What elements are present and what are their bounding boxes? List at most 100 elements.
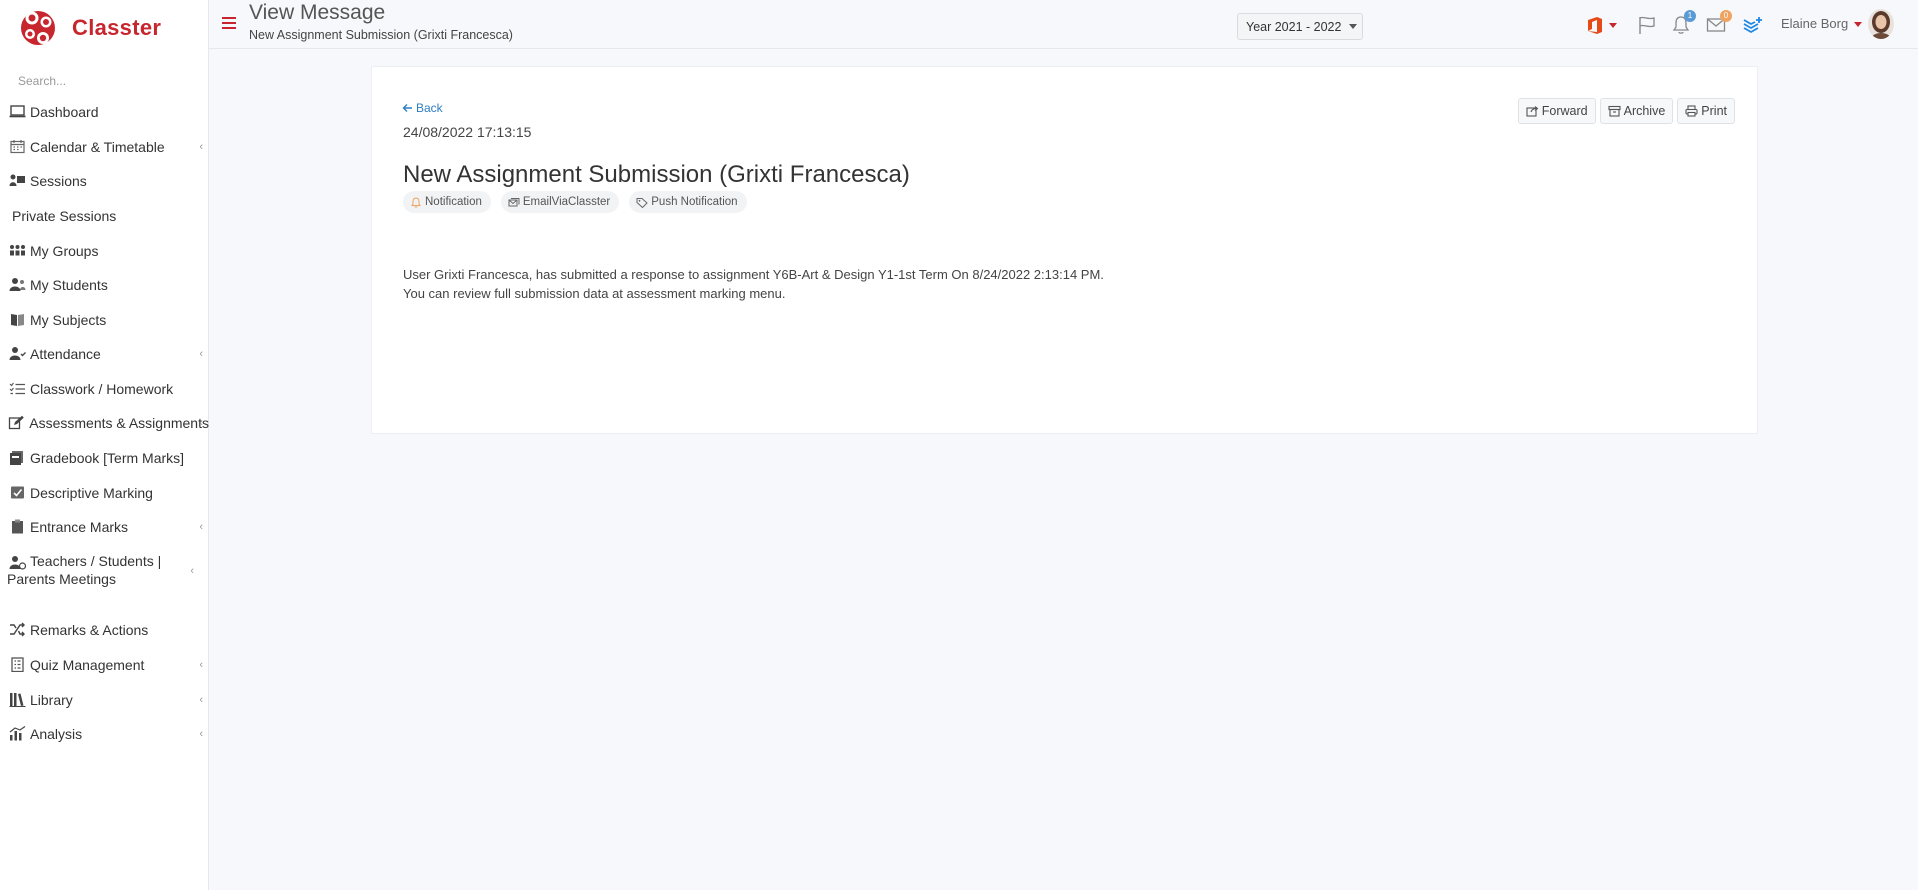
checklist-icon bbox=[7, 381, 27, 397]
students-icon bbox=[7, 277, 27, 293]
tag-notification: Notification bbox=[403, 191, 491, 213]
chevron-down-icon[interactable] bbox=[1854, 22, 1862, 27]
book-icon bbox=[7, 312, 27, 328]
sidebar-item-my-students[interactable]: My Students bbox=[0, 275, 209, 294]
edit-icon bbox=[7, 415, 26, 431]
quiz-icon bbox=[7, 657, 27, 673]
notifications-count-badge: 1 bbox=[1684, 10, 1696, 22]
sidebar-item-label: Entrance Marks bbox=[30, 518, 129, 535]
year-select[interactable]: Year 2021 - 2022 bbox=[1237, 13, 1363, 40]
print-button[interactable]: Print bbox=[1677, 98, 1735, 124]
sidebar-item-label: Quiz Management bbox=[30, 656, 145, 673]
sidebar-item-label: Private Sessions bbox=[12, 207, 117, 224]
forward-label: Forward bbox=[1541, 104, 1588, 118]
tag-push-notification: Push Notification bbox=[629, 191, 747, 213]
sidebar-item-attendance[interactable]: Attendance ‹ bbox=[0, 344, 209, 363]
tag-label: Push Notification bbox=[651, 196, 738, 208]
office-apps-button[interactable] bbox=[1587, 14, 1617, 36]
analysis-icon bbox=[7, 726, 27, 742]
sidebar-item-my-subjects[interactable]: My Subjects bbox=[0, 310, 209, 329]
meeting-icon bbox=[7, 554, 27, 570]
sidebar-item-assessments-assignments[interactable]: Assessments & Assignments ‹ bbox=[0, 413, 209, 432]
printer-icon bbox=[1685, 105, 1698, 117]
attendance-icon bbox=[7, 346, 27, 362]
groups-icon bbox=[7, 243, 27, 259]
chevron-left-icon: ‹ bbox=[199, 416, 203, 429]
menu-toggle-icon[interactable] bbox=[222, 17, 236, 29]
tag-icon bbox=[636, 197, 648, 208]
message-actions: Forward Archive Print bbox=[1517, 98, 1735, 124]
marking-icon bbox=[7, 485, 27, 501]
sessions-icon bbox=[7, 173, 27, 189]
gradebook-icon bbox=[7, 450, 27, 466]
message-title: New Assignment Submission (Grixti France… bbox=[403, 161, 910, 188]
sidebar-item-label: Analysis bbox=[30, 725, 83, 742]
clipboard-icon bbox=[7, 519, 27, 535]
topbar: View Message New Assignment Submission (… bbox=[209, 0, 1918, 49]
chevron-left-icon: ‹ bbox=[199, 693, 203, 706]
sidebar-item-label: Library bbox=[30, 691, 73, 708]
message-body-line: User Grixti Francesca, has submitted a r… bbox=[403, 267, 1104, 282]
messages-button[interactable]: 0 bbox=[1706, 10, 1732, 36]
message-body: User Grixti Francesca, has submitted a r… bbox=[403, 266, 1104, 303]
message-body-line: You can review full submission data at a… bbox=[403, 285, 786, 301]
tag-label: EmailViaClasster bbox=[522, 196, 611, 208]
calendar-icon bbox=[7, 139, 27, 155]
bell-icon bbox=[411, 196, 421, 208]
sidebar-item-label: Remarks & Actions bbox=[30, 621, 149, 638]
archive-label: Archive bbox=[1623, 104, 1666, 118]
sidebar-item-calendar-timetable[interactable]: Calendar & Timetable ‹ bbox=[0, 137, 209, 156]
notifications-button[interactable]: 1 bbox=[1672, 10, 1696, 36]
sidebar-item-teachers-students-parents-meetings[interactable]: Teachers / Students | Parents Meetings ‹ bbox=[0, 552, 200, 590]
sidebar-item-label: Assessments & Assignments bbox=[29, 414, 209, 431]
page-subtitle: New Assignment Submission (Grixti France… bbox=[249, 28, 513, 42]
page-title: View Message bbox=[249, 1, 386, 24]
sidebar-item-gradebook-term-marks[interactable]: Gradebook [Term Marks] bbox=[0, 448, 209, 467]
back-label: Back bbox=[416, 101, 443, 115]
message-tags: Notification EmailViaClasster Push Notif… bbox=[403, 191, 747, 213]
sidebar-search-input[interactable] bbox=[8, 68, 198, 94]
sidebar-item-label: My Students bbox=[30, 276, 108, 293]
chevron-down-icon bbox=[1349, 24, 1358, 29]
sidebar-item-label: Attendance bbox=[30, 345, 101, 362]
library-icon bbox=[7, 692, 27, 708]
sidebar-item-quiz-management[interactable]: Quiz Management ‹ bbox=[0, 655, 209, 674]
archive-button[interactable]: Archive bbox=[1599, 98, 1674, 124]
share-icon bbox=[1526, 106, 1539, 117]
sidebar-item-label: Teachers / Students | Parents Meetings bbox=[7, 553, 162, 588]
sidebar-item-label: Gradebook [Term Marks] bbox=[30, 449, 185, 466]
tag-email: EmailViaClasster bbox=[500, 191, 620, 213]
classter-logo-icon bbox=[18, 6, 58, 50]
office-icon bbox=[1588, 16, 1602, 34]
user-name[interactable]: Elaine Borg bbox=[1781, 16, 1848, 31]
chevron-left-icon: ‹ bbox=[199, 347, 203, 360]
sidebar-item-library[interactable]: Library ‹ bbox=[0, 690, 209, 709]
sidebar-item-label: Sessions bbox=[30, 172, 87, 189]
flag-button[interactable] bbox=[1637, 14, 1657, 36]
sidebar-item-sessions[interactable]: Sessions bbox=[0, 171, 209, 190]
back-link[interactable]: Back bbox=[402, 101, 443, 115]
arrow-left-icon bbox=[402, 104, 412, 112]
add-layers-button[interactable] bbox=[1742, 14, 1764, 36]
messages-count-badge: 0 bbox=[1720, 10, 1732, 22]
sidebar-item-descriptive-marking[interactable]: Descriptive Marking bbox=[0, 483, 209, 502]
sidebar-item-analysis[interactable]: Analysis ‹ bbox=[0, 724, 209, 743]
sidebar-item-private-sessions[interactable]: Private Sessions bbox=[0, 206, 209, 225]
sidebar-item-label: My Groups bbox=[30, 242, 99, 259]
shuffle-icon bbox=[7, 622, 27, 638]
sidebar-item-dashboard[interactable]: Dashboard bbox=[0, 102, 209, 121]
avatar[interactable] bbox=[1868, 9, 1894, 39]
tag-label: Notification bbox=[425, 196, 482, 208]
sidebar-item-remarks-actions[interactable]: Remarks & Actions bbox=[0, 620, 209, 639]
sidebar-item-label: My Subjects bbox=[30, 311, 107, 328]
sidebar-item-entrance-marks[interactable]: Entrance Marks ‹ bbox=[0, 517, 209, 536]
print-label: Print bbox=[1701, 104, 1727, 118]
app-logo[interactable]: Classter bbox=[18, 6, 161, 50]
sidebar-item-label: Dashboard bbox=[30, 103, 99, 120]
sidebar: Classter Dashboard Calendar & Timetable ‹ S… bbox=[0, 0, 209, 890]
envelopes-icon bbox=[508, 197, 520, 206]
sidebar-item-my-groups[interactable]: My Groups bbox=[0, 241, 209, 260]
forward-button[interactable]: Forward bbox=[1517, 98, 1596, 124]
sidebar-item-classwork-homework[interactable]: Classwork / Homework bbox=[0, 379, 209, 398]
laptop-icon bbox=[7, 104, 27, 120]
